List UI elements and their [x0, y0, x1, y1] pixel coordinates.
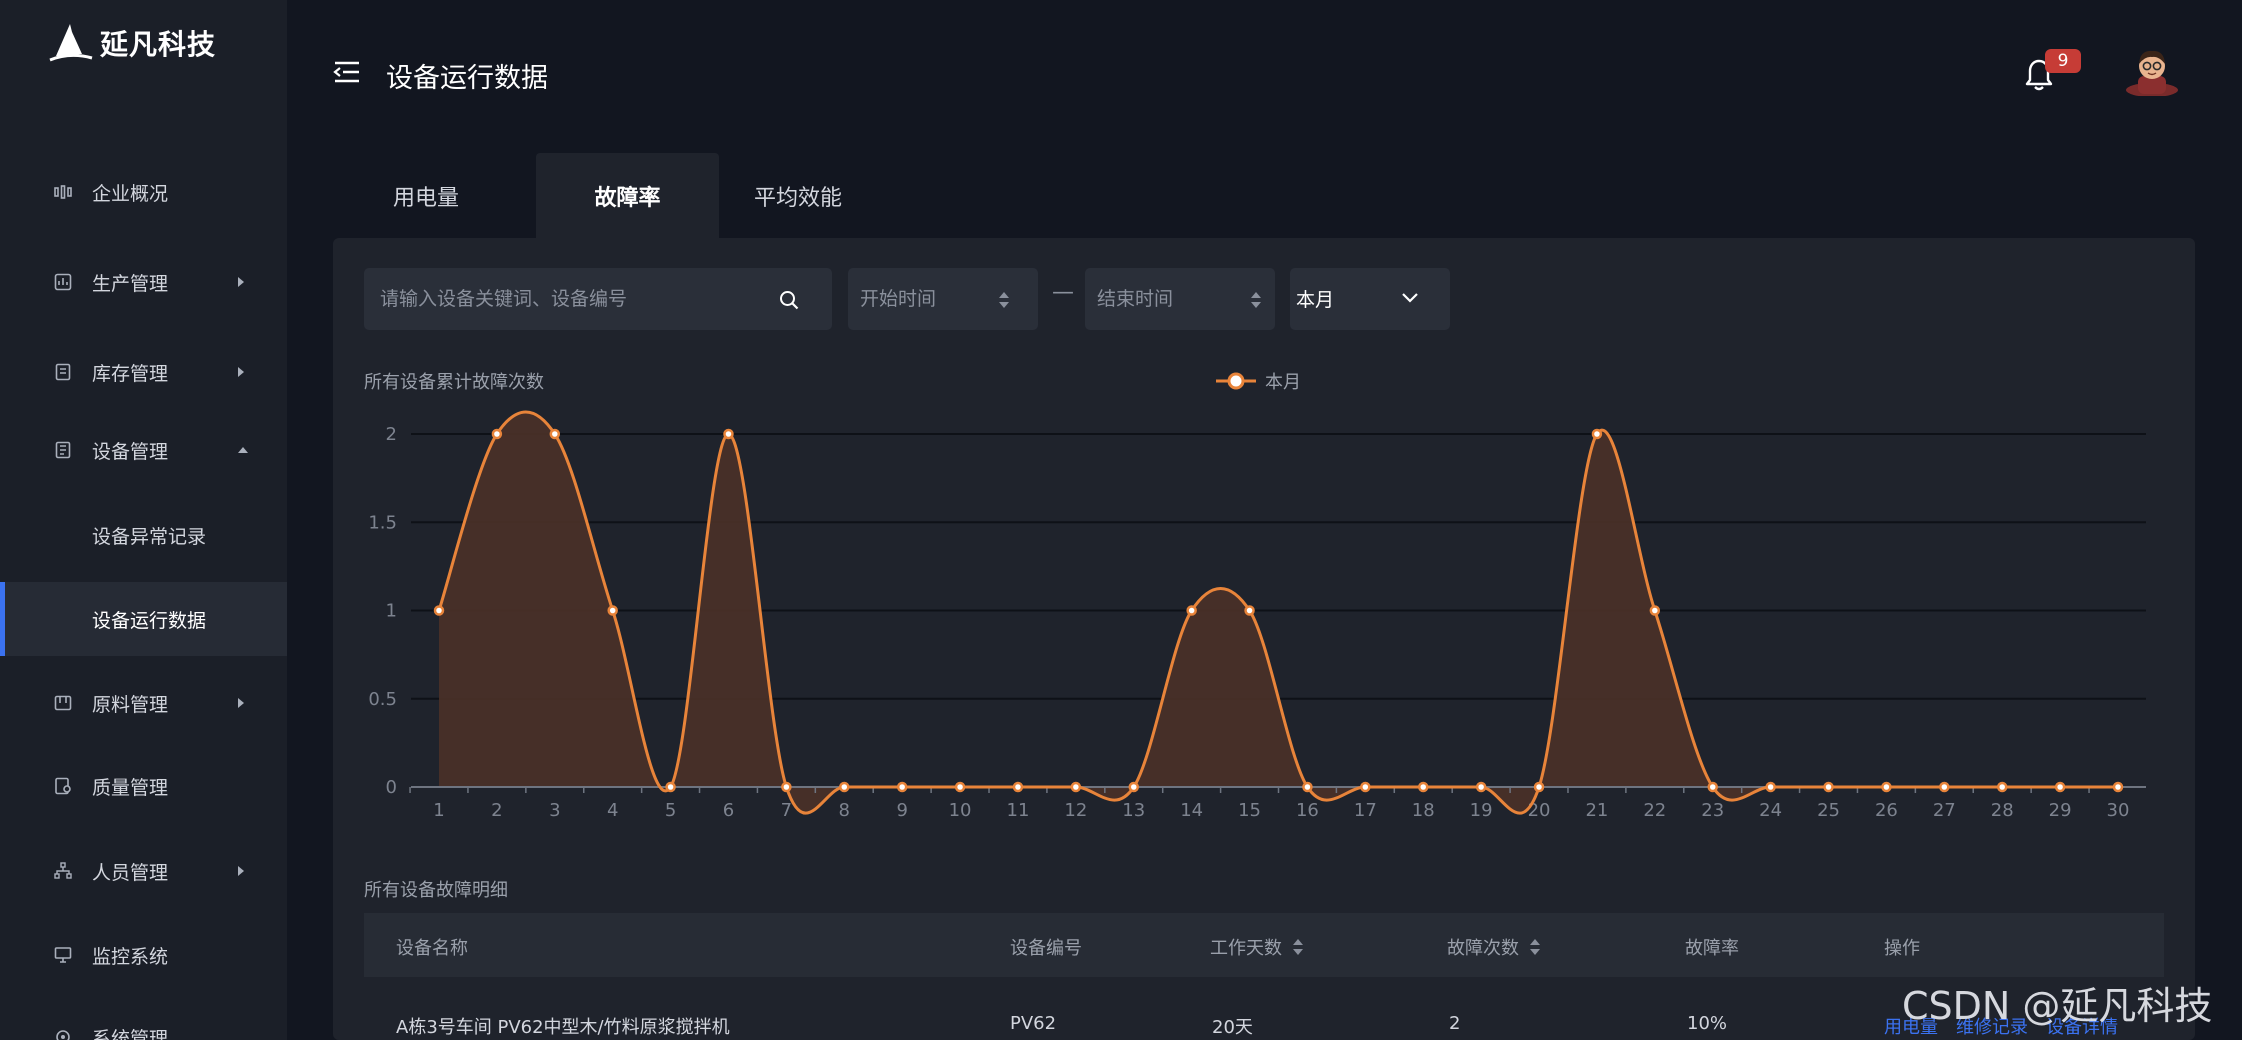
search-icon[interactable]: [778, 289, 800, 311]
cell-fault-rate: 10%: [1687, 1013, 1728, 1034]
sidebar-subitem-equipment-runtime[interactable]: 设备运行数据: [0, 582, 287, 656]
quality-icon: [55, 777, 71, 795]
search-input[interactable]: [380, 268, 780, 330]
column-label: 设备编号: [1010, 938, 1082, 959]
date-range-separator: —: [1052, 280, 1074, 305]
expand-right-icon: [238, 277, 244, 287]
sidebar-item-label: 设备管理: [92, 440, 169, 463]
search-field: [364, 268, 832, 330]
materials-icon: [54, 695, 72, 711]
sidebar-item-label: 原料管理: [92, 693, 169, 716]
sidebar-item-label: 设备异常记录: [92, 525, 207, 548]
sidebar-item-label: 设备运行数据: [92, 609, 207, 632]
chart-legend[interactable]: 本月: [1215, 368, 1301, 394]
period-select-value: 本月: [1296, 289, 1335, 311]
sort-updown-icon[interactable]: [1529, 937, 1541, 957]
page-title: 设备运行数据: [386, 63, 548, 94]
column-label: 故障率: [1685, 938, 1739, 959]
sort-updown-icon[interactable]: [1292, 937, 1304, 957]
production-icon: [54, 273, 72, 291]
brand-name: 延凡科技: [100, 28, 217, 61]
sidebar-item-label: 人员管理: [92, 861, 169, 884]
cell-device-code: PV62: [1010, 1013, 1057, 1034]
watermark: CSDN @延凡科技: [1902, 984, 2213, 1028]
end-date-field: [1085, 268, 1275, 330]
expand-right-icon: [238, 698, 244, 708]
brand-logo[interactable]: 延凡科技: [48, 22, 216, 64]
sidebar-subitem-equipment-anomaly[interactable]: 设备异常记录: [0, 498, 287, 572]
sidebar-item-label: 企业概况: [92, 182, 169, 205]
notification-badge: 9: [2045, 49, 2081, 73]
dashboard-icon: [54, 185, 72, 199]
sidebar-item-inventory[interactable]: 库存管理: [0, 335, 287, 409]
legend-marker-icon: [1216, 372, 1256, 390]
column-header-code: 设备编号: [1010, 934, 1082, 960]
column-header-fault-count[interactable]: 故障次数: [1447, 934, 1541, 960]
sidebar-item-label: 系统管理: [92, 1027, 169, 1040]
expand-right-icon: [238, 367, 244, 377]
org-chart-icon: [54, 862, 72, 879]
column-header-fault-rate: 故障率: [1685, 934, 1739, 960]
legend-label: 本月: [1265, 372, 1301, 393]
inventory-icon: [55, 363, 71, 381]
sidebar-item-materials[interactable]: 原料管理: [0, 666, 287, 740]
column-header-actions: 操作: [1884, 934, 1920, 960]
sidebar-item-label: 监控系统: [92, 945, 169, 968]
chevron-down-icon[interactable]: [1400, 290, 1420, 306]
column-header-name: 设备名称: [396, 934, 468, 960]
end-date-input[interactable]: [1097, 268, 1237, 330]
collapse-up-icon: [238, 447, 248, 453]
sidebar: 延凡科技 企业概况 生产管理 库存管理 设备管理 设备异常记录 设备运行数据 原…: [0, 0, 287, 1040]
sort-updown-icon[interactable]: [1250, 290, 1262, 310]
chart-title: 所有设备累计故障次数: [364, 372, 544, 393]
tab-power-usage[interactable]: 用电量: [372, 153, 480, 239]
cell-workdays: 20天: [1212, 1017, 1253, 1038]
column-label: 设备名称: [396, 938, 468, 959]
sidebar-item-quality[interactable]: 质量管理: [0, 749, 287, 823]
sail-logo-icon: [49, 24, 93, 62]
equipment-icon: [55, 441, 71, 459]
avatar[interactable]: [2124, 46, 2180, 96]
sidebar-item-production[interactable]: 生产管理: [0, 245, 287, 319]
settings-icon: [56, 1030, 70, 1040]
start-date-input[interactable]: [860, 268, 1000, 330]
expand-right-icon: [238, 866, 244, 876]
menu-fold-icon[interactable]: [333, 60, 361, 84]
table-title: 所有设备故障明细: [364, 880, 508, 901]
cell-device-name: A栋3号车间 PV62中型木/竹料原浆搅拌机: [396, 1017, 730, 1038]
column-label: 操作: [1884, 938, 1920, 959]
sidebar-item-personnel[interactable]: 人员管理: [0, 834, 287, 908]
sidebar-item-monitoring[interactable]: 监控系统: [0, 918, 287, 992]
sidebar-item-label: 生产管理: [92, 272, 169, 295]
sidebar-item-system[interactable]: 系统管理: [0, 1000, 287, 1040]
tab-failure-rate[interactable]: 故障率: [536, 153, 719, 239]
sidebar-item-label: 质量管理: [92, 776, 169, 799]
sidebar-item-equipment[interactable]: 设备管理: [0, 413, 287, 487]
column-header-workdays[interactable]: 工作天数: [1210, 934, 1304, 960]
cell-fault-count: 2: [1449, 1013, 1461, 1034]
sort-updown-icon[interactable]: [998, 290, 1010, 310]
tab-average-efficiency[interactable]: 平均效能: [742, 153, 854, 239]
column-label: 工作天数: [1210, 938, 1282, 959]
monitor-icon: [54, 947, 72, 963]
sidebar-item-overview[interactable]: 企业概况: [0, 155, 287, 229]
column-label: 故障次数: [1447, 938, 1519, 959]
sidebar-item-label: 库存管理: [92, 362, 169, 385]
